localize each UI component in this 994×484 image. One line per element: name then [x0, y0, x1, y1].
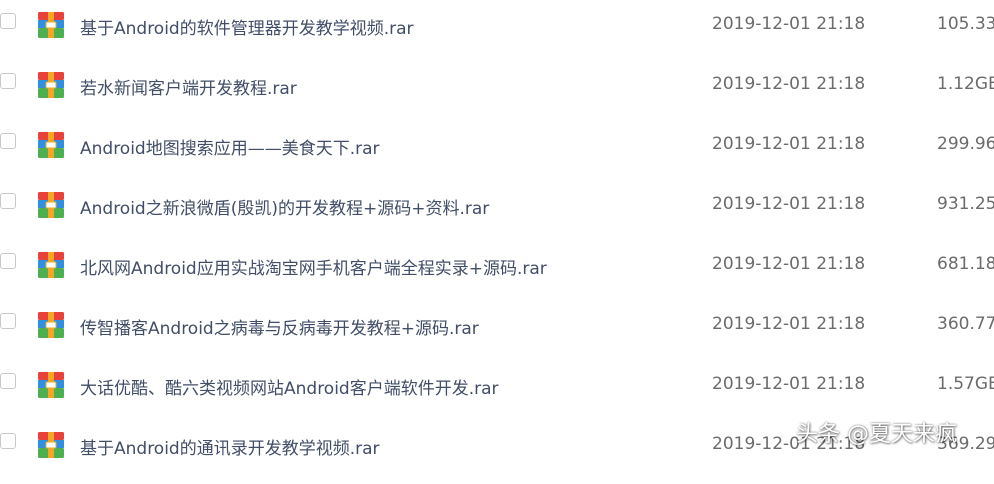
file-name[interactable]: 基于Android的软件管理器开发教学视频.rar — [80, 14, 414, 39]
file-size: 1.57GB — [937, 374, 994, 394]
rar-archive-icon — [36, 10, 66, 40]
row-checkbox[interactable] — [0, 73, 16, 89]
row-checkbox[interactable] — [0, 373, 16, 389]
row-checkbox[interactable] — [0, 193, 16, 209]
file-date: 2019-12-01 21:18 — [712, 14, 866, 34]
file-row[interactable]: 若水新闻客户端开发教程.rar 2019-12-01 21:18 1.12GB — [0, 64, 994, 124]
file-date: 2019-12-01 21:18 — [712, 374, 866, 394]
file-date: 2019-12-01 21:18 — [712, 254, 866, 274]
rar-archive-icon — [36, 130, 66, 160]
row-checkbox[interactable] — [0, 133, 16, 149]
file-size: 299.96 — [937, 134, 994, 154]
file-size: 931.25 — [937, 194, 994, 214]
file-name[interactable]: 若水新闻客户端开发教程.rar — [80, 74, 297, 99]
file-size: 1.12GB — [937, 74, 994, 94]
file-date: 2019-12-01 21:18 — [712, 194, 866, 214]
rar-archive-icon — [36, 430, 66, 460]
file-name[interactable]: 大话优酷、酷六类视频网站Android客户端软件开发.rar — [80, 374, 499, 399]
file-size: 681.18 — [937, 254, 994, 274]
row-checkbox[interactable] — [0, 253, 16, 269]
watermark: 头条 @夏天来疯 — [796, 422, 957, 447]
rar-archive-icon — [36, 310, 66, 340]
file-row[interactable]: 传智播客Android之病毒与反病毒开发教程+源码.rar 2019-12-01… — [0, 304, 994, 364]
rar-archive-icon — [36, 190, 66, 220]
rar-archive-icon — [36, 70, 66, 100]
file-name[interactable]: Android之新浪微盾(殷凯)的开发教程+源码+资料.rar — [80, 194, 489, 219]
file-row[interactable]: 大话优酷、酷六类视频网站Android客户端软件开发.rar 2019-12-0… — [0, 364, 994, 424]
file-name[interactable]: 基于Android的通讯录开发教学视频.rar — [80, 434, 380, 459]
file-row[interactable]: 基于Android的软件管理器开发教学视频.rar 2019-12-01 21:… — [0, 4, 994, 64]
file-date: 2019-12-01 21:18 — [712, 74, 866, 94]
rar-archive-icon — [36, 370, 66, 400]
rar-archive-icon — [36, 250, 66, 280]
row-checkbox[interactable] — [0, 13, 16, 29]
row-checkbox[interactable] — [0, 313, 16, 329]
file-row[interactable]: Android地图搜索应用——美食天下.rar 2019-12-01 21:18… — [0, 124, 994, 184]
file-size: 360.77 — [937, 314, 994, 334]
file-list: 基于Android的软件管理器开发教学视频.rar 2019-12-01 21:… — [0, 0, 994, 460]
file-name[interactable]: Android地图搜索应用——美食天下.rar — [80, 134, 380, 159]
file-date: 2019-12-01 21:18 — [712, 134, 866, 154]
row-checkbox[interactable] — [0, 433, 16, 449]
file-date: 2019-12-01 21:18 — [712, 314, 866, 334]
file-row[interactable]: Android之新浪微盾(殷凯)的开发教程+源码+资料.rar 2019-12-… — [0, 184, 994, 244]
file-name[interactable]: 北风网Android应用实战淘宝网手机客户端全程实录+源码.rar — [80, 254, 547, 279]
file-row[interactable]: 北风网Android应用实战淘宝网手机客户端全程实录+源码.rar 2019-1… — [0, 244, 994, 304]
file-name[interactable]: 传智播客Android之病毒与反病毒开发教程+源码.rar — [80, 314, 479, 339]
file-size: 105.33 — [937, 14, 994, 34]
